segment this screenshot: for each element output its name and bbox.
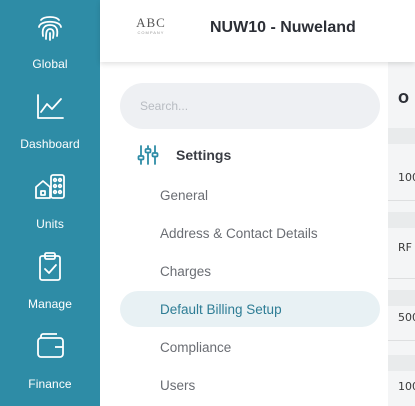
- nav-item-finance[interactable]: Finance: [0, 324, 100, 404]
- buildings-icon: [33, 164, 67, 209]
- company-logo: ABC COMPANY: [130, 16, 172, 38]
- menu-item-charges[interactable]: Charges: [120, 253, 380, 289]
- background-cell: 500: [398, 311, 415, 324]
- clipboard-check-icon: [33, 244, 67, 289]
- logo-text: ABC: [136, 15, 166, 30]
- main-nav-rail: Global Dashboard Units Manage Finance: [0, 0, 100, 406]
- nav-item-global[interactable]: Global: [0, 4, 100, 84]
- top-header: ABC COMPANY NUW10 - Nuweland: [100, 0, 415, 62]
- settings-panel: Settings General Address & Contact Detai…: [100, 62, 388, 406]
- menu-item-users[interactable]: Users: [120, 367, 380, 403]
- nav-item-manage[interactable]: Manage: [0, 244, 100, 324]
- settings-section-header: Settings: [120, 144, 231, 166]
- background-cell: 100: [398, 171, 415, 184]
- menu-item-compliance[interactable]: Compliance: [120, 329, 380, 365]
- menu-item-general[interactable]: General: [120, 177, 380, 213]
- nav-label: Units: [36, 217, 64, 231]
- background-cell: 100: [398, 380, 415, 393]
- settings-title: Settings: [176, 147, 232, 163]
- nav-label: Finance: [28, 377, 72, 391]
- background-cell: RF: [398, 241, 412, 254]
- logo-subtext: COMPANY: [137, 30, 165, 35]
- background-column-header: O: [398, 92, 410, 107]
- menu-item-default-billing-setup[interactable]: Default Billing Setup: [120, 291, 380, 327]
- nav-label: Manage: [28, 297, 72, 311]
- search-input[interactable]: [120, 83, 380, 129]
- fingerprint-icon: [33, 4, 67, 49]
- sliders-icon: [137, 144, 159, 166]
- menu-item-address-contact[interactable]: Address & Contact Details: [120, 215, 380, 251]
- line-chart-icon: [33, 84, 67, 129]
- company-title[interactable]: NUW10 - Nuweland: [210, 19, 356, 37]
- nav-item-dashboard[interactable]: Dashboard: [0, 84, 100, 164]
- wallet-icon: [33, 324, 67, 369]
- nav-label: Global: [32, 57, 68, 71]
- nav-item-units[interactable]: Units: [0, 164, 100, 244]
- nav-label: Dashboard: [20, 137, 80, 151]
